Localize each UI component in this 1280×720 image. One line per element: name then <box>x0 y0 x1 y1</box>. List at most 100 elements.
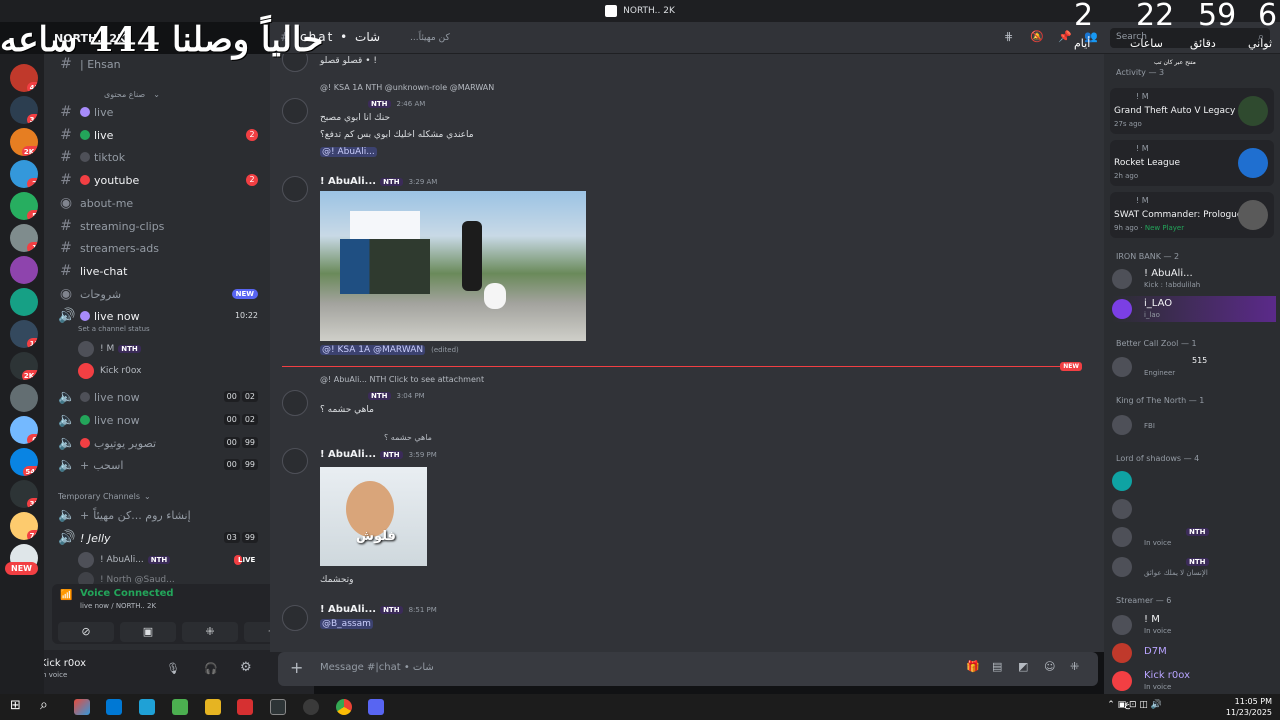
channel-youtube[interactable]: # youtube 2 <box>58 170 264 190</box>
mention[interactable]: @B_assam <box>320 619 373 629</box>
member-item[interactable]: D7M <box>1112 640 1276 666</box>
server-icon[interactable]: 1 <box>10 224 38 252</box>
channel-live-2[interactable]: # live 2 <box>58 125 264 145</box>
voice-channel-jelly[interactable]: 🔊! Jelly 03 99 <box>58 528 264 548</box>
attached-gif[interactable]: فلوش <box>320 467 427 566</box>
reply-preview[interactable]: ماهي حشمه ؟ <box>384 433 432 442</box>
mention[interactable]: @! AbuAli... <box>320 147 377 157</box>
microphone-icon[interactable]: 🎙 <box>166 662 180 675</box>
camera-off-button[interactable]: ⊘ <box>58 622 114 642</box>
search-icon[interactable]: ⌕ <box>40 697 48 713</box>
channel-live-1[interactable]: # live <box>58 102 264 122</box>
clock[interactable]: 11:05 PM 11/23/2025 <box>1226 696 1272 718</box>
channel-status[interactable]: Set a channel status <box>78 325 150 333</box>
channel-tutorials[interactable]: ◉ شروحات NEW <box>58 284 264 304</box>
folder-icon[interactable] <box>205 699 221 715</box>
avatar[interactable] <box>282 176 308 202</box>
server-icon[interactable]: 2K+ <box>10 128 38 156</box>
edge-icon[interactable] <box>139 699 155 715</box>
server-icon[interactable]: 45 <box>10 64 38 92</box>
activity-card[interactable]: ! M Rocket League 2h ago <box>1110 140 1274 186</box>
activity-card[interactable]: ! M Grand Theft Auto V Legacy 27s ago <box>1110 88 1274 134</box>
attached-video[interactable] <box>320 191 586 341</box>
avatar[interactable] <box>282 448 308 474</box>
channel-tiktok[interactable]: # tiktok <box>58 147 264 167</box>
server-icon[interactable]: 2 <box>10 160 38 188</box>
avatar[interactable] <box>282 390 308 416</box>
reply-preview[interactable]: @! AbuAli... NTH Click to see attachment <box>320 375 484 384</box>
system-tray[interactable]: ⌃ ▣ ⊡ ◫ 🔊 <box>1107 700 1162 710</box>
message-input[interactable]: Message #|chat • شات <box>320 662 434 673</box>
screen-share-button[interactable]: ▣ <box>120 622 176 642</box>
member-item[interactable] <box>1112 496 1276 522</box>
server-icon[interactable]: 37 <box>10 480 38 508</box>
member-item[interactable] <box>1112 468 1276 494</box>
member-item[interactable]: ! AbuAli... Kick : !abdulilah <box>1112 266 1276 292</box>
server-icon[interactable]: 6 <box>10 416 38 444</box>
message-header: ! AbuAli... NTH 3:29 AM <box>320 176 438 187</box>
new-servers-pill[interactable]: NEW <box>5 562 38 575</box>
server-icon[interactable]: 15 <box>10 320 38 348</box>
windows-start-icon[interactable]: ⊞ <box>10 698 21 713</box>
voice-channel-live-now-2[interactable]: 🔈 live now 00 02 <box>58 387 264 407</box>
gift-icon[interactable]: 🎁 <box>966 660 980 673</box>
server-icon[interactable]: 2K+ <box>10 352 38 380</box>
language-indicator[interactable]: ع <box>1125 700 1130 710</box>
activities-button[interactable]: ⁜ <box>182 622 238 642</box>
member-item[interactable]: ! M In voice <box>1112 612 1276 638</box>
category-content-creators[interactable]: صناع محتوى ⌄ <box>58 84 264 104</box>
activity-card[interactable]: ! M SWAT Commander: Prologue 9h ago · New … <box>1110 192 1274 238</box>
store-icon[interactable] <box>106 699 122 715</box>
channel-about-me[interactable]: ◉ about-me <box>58 193 264 213</box>
avatar[interactable] <box>282 605 308 631</box>
terminal-icon[interactable] <box>270 699 286 715</box>
server-icon[interactable]: 70 <box>10 512 38 540</box>
voice-channel-pull[interactable]: 🔈 + اسحب 00 99 <box>58 455 264 475</box>
copilot-icon[interactable] <box>74 699 90 715</box>
gif-icon[interactable]: ▤ <box>992 660 1002 673</box>
wps-icon[interactable] <box>237 699 253 715</box>
ms-store-icon[interactable] <box>172 699 188 715</box>
headphones-icon[interactable]: 🎧 <box>204 662 218 675</box>
mentions[interactable]: @! KSA 1A @MARWAN (edited) <box>320 345 459 355</box>
voice-status-sub[interactable]: live now / NORTH.. 2K <box>80 602 156 610</box>
category-temporary-channels[interactable]: Temporary Channels ⌄ <box>58 486 264 506</box>
apps-icon[interactable]: ⁜ <box>1070 660 1079 673</box>
voice-channel-live-now[interactable]: 🔊 live now 10:22 <box>58 306 264 326</box>
gear-icon[interactable]: ⚙ <box>240 660 252 675</box>
server-icon[interactable]: 34 <box>10 96 38 124</box>
voice-channel-youtube-recording[interactable]: 🔈 تصوير يوتيوب 00 99 <box>58 433 264 453</box>
voice-user[interactable]: ! M NTH <box>78 340 141 358</box>
avatar[interactable] <box>282 98 308 124</box>
member-item[interactable]: NTH In voice <box>1112 524 1276 550</box>
member-item[interactable]: FBI <box>1112 412 1276 438</box>
server-icon[interactable] <box>10 288 38 316</box>
server-icon[interactable] <box>10 256 38 284</box>
member-item[interactable]: i_LAO i_lao <box>1112 296 1276 322</box>
reply-preview[interactable]: @! KSA 1A NTH @unknown-role @MARWAN <box>320 83 494 92</box>
add-attachment-icon[interactable]: + <box>290 658 303 677</box>
chrome-icon[interactable] <box>336 699 352 715</box>
channel-streamers-ads[interactable]: # streamers-ads <box>58 238 264 258</box>
channel-live-chat[interactable]: # live-chat <box>58 261 264 281</box>
server-icon[interactable] <box>10 384 38 412</box>
voice-user-abuali[interactable]: ! AbuAli... NTH LIVE <box>78 551 255 569</box>
sticker-icon[interactable]: ◩ <box>1018 660 1028 673</box>
threads-icon[interactable]: ⋕ <box>1004 30 1013 43</box>
server-icon[interactable]: 542 <box>10 448 38 476</box>
voice-channel-create-room[interactable]: 🔈 + إنشاء روم ...كن مهيئاً <box>58 505 264 525</box>
emoji-icon[interactable]: ☺ <box>1044 660 1055 673</box>
channel-streaming-clips[interactable]: # streaming-clips <box>58 216 264 236</box>
username[interactable]: Kick r0ox <box>40 658 86 669</box>
message-composer[interactable]: + Message #|chat • شات 🎁 ▤ ◩ ☺ ⁜ <box>278 652 1098 686</box>
voice-status-title[interactable]: Voice Connected <box>80 588 174 599</box>
obs-icon[interactable] <box>303 699 319 715</box>
voice-channel-live-now-3[interactable]: 🔈 live now 00 02 <box>58 410 264 430</box>
voice-user[interactable]: Kick r0ox <box>78 362 141 380</box>
server-icon[interactable]: 5 <box>10 192 38 220</box>
channel-topic[interactable]: ...كن مهيئاً <box>410 33 450 43</box>
member-item[interactable]: 515 Engineer <box>1112 354 1276 380</box>
member-item[interactable]: NTH الإنسان لا يملك عوائق <box>1112 554 1276 580</box>
discord-icon[interactable] <box>368 699 384 715</box>
member-item[interactable]: Kick r0ox In voice <box>1112 668 1276 694</box>
